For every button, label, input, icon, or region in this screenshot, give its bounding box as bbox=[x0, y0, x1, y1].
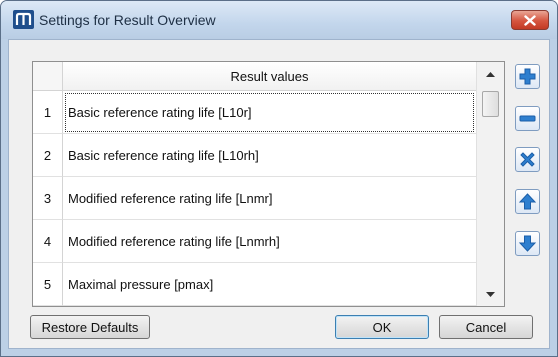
row-number[interactable]: 5 bbox=[33, 263, 63, 306]
title-bar[interactable]: Settings for Result Overview bbox=[1, 1, 557, 39]
table-corner bbox=[33, 62, 63, 91]
result-values-table: Result values 1 Basic reference rating l… bbox=[32, 61, 505, 307]
row-number[interactable]: 1 bbox=[33, 91, 63, 134]
table-cell[interactable]: Modified reference rating life [Lnmrh] bbox=[63, 220, 476, 263]
cancel-button[interactable]: Cancel bbox=[439, 315, 533, 339]
caret-down-icon bbox=[486, 291, 495, 297]
restore-defaults-button[interactable]: Restore Defaults bbox=[30, 315, 150, 339]
move-down-button[interactable] bbox=[515, 231, 540, 256]
arrow-up-icon bbox=[518, 193, 537, 210]
column-header-result-values[interactable]: Result values bbox=[63, 62, 476, 91]
row-number[interactable]: 2 bbox=[33, 134, 63, 177]
caret-up-icon bbox=[486, 71, 495, 77]
scroll-down-button[interactable] bbox=[477, 284, 504, 304]
x-icon bbox=[520, 152, 535, 167]
table-cell[interactable]: Maximal pressure [pmax] bbox=[63, 263, 476, 306]
settings-dialog: Settings for Result Overview Result valu… bbox=[0, 0, 558, 357]
plus-icon bbox=[519, 68, 536, 85]
move-up-button[interactable] bbox=[515, 189, 540, 214]
remove-row-button[interactable] bbox=[515, 106, 540, 131]
clear-rows-button[interactable] bbox=[515, 147, 540, 172]
vertical-scrollbar[interactable] bbox=[476, 62, 504, 306]
row-number[interactable]: 3 bbox=[33, 177, 63, 220]
close-button[interactable] bbox=[511, 10, 549, 30]
ok-button[interactable]: OK bbox=[335, 315, 429, 339]
add-row-button[interactable] bbox=[515, 64, 540, 89]
arrow-down-icon bbox=[518, 235, 537, 252]
minus-icon bbox=[519, 115, 536, 122]
window-title: Settings for Result Overview bbox=[39, 12, 216, 28]
row-number[interactable]: 4 bbox=[33, 220, 63, 263]
close-icon bbox=[524, 14, 536, 26]
dialog-body: Result values 1 Basic reference rating l… bbox=[8, 39, 550, 349]
table-cell[interactable]: Basic reference rating life [L10r] bbox=[63, 91, 476, 134]
scroll-thumb[interactable] bbox=[482, 91, 499, 117]
scroll-up-button[interactable] bbox=[477, 64, 504, 84]
mesys-logo-icon bbox=[13, 10, 34, 29]
table-cell[interactable]: Modified reference rating life [Lnmr] bbox=[63, 177, 476, 220]
table-cell[interactable]: Basic reference rating life [L10rh] bbox=[63, 134, 476, 177]
